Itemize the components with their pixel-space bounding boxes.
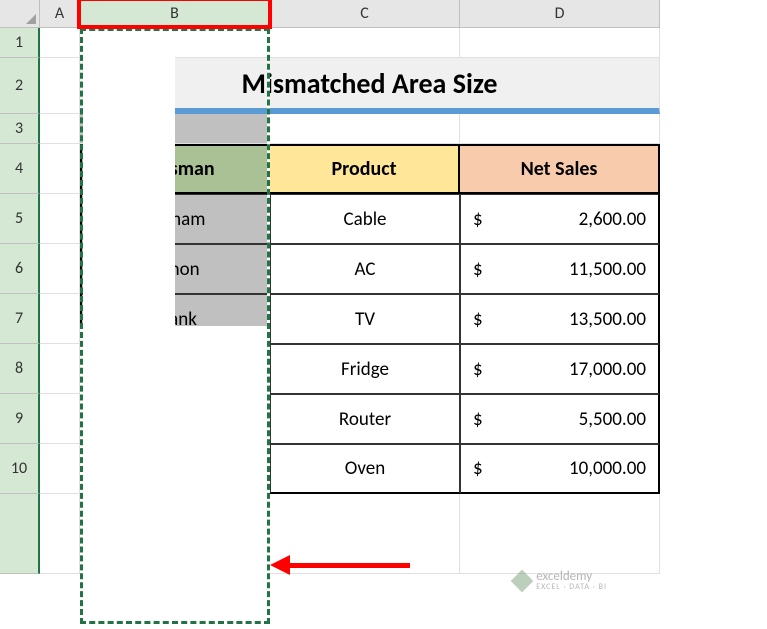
sheet-title: Mismatched Area Size	[241, 66, 497, 101]
arrow-line	[288, 563, 410, 568]
arrow-left-icon	[270, 555, 290, 575]
cell-netsales-5[interactable]: $10,000.00	[460, 444, 660, 494]
currency-symbol: $	[473, 457, 483, 480]
cell-A4[interactable]	[40, 144, 80, 194]
cell-A6[interactable]	[40, 244, 80, 294]
cell-A9[interactable]	[40, 394, 80, 444]
watermark: exceldemy EXCEL · DATA · BI	[514, 570, 607, 591]
cell-A3[interactable]	[40, 114, 80, 144]
col-header-A[interactable]: A	[40, 0, 80, 28]
row-header-blank[interactable]	[0, 494, 40, 574]
cell-D-blank[interactable]	[460, 494, 660, 574]
cell-product-5[interactable]: Oven	[270, 444, 460, 494]
currency-symbol: $	[473, 208, 483, 231]
currency-symbol: $	[473, 258, 483, 281]
cell-A1[interactable]	[40, 28, 80, 58]
cell-salesman-3[interactable]: Nathan	[80, 344, 270, 394]
cell-netsales-3[interactable]: $17,000.00	[460, 344, 660, 394]
cell-salesman-0[interactable]: Wilham	[80, 194, 270, 244]
cell-A8[interactable]	[40, 344, 80, 394]
row-header-5[interactable]: 5	[0, 194, 40, 244]
currency-symbol: $	[473, 408, 483, 431]
row-header-3[interactable]: 3	[0, 114, 40, 144]
row-header-10[interactable]: 10	[0, 444, 40, 494]
row-header-1[interactable]: 1	[0, 28, 40, 58]
cell-B3[interactable]	[80, 114, 270, 144]
title-cell[interactable]: Mismatched Area Size	[80, 58, 660, 114]
cell-A10[interactable]	[40, 444, 80, 494]
cell-D1[interactable]	[460, 28, 660, 58]
money-value: 13,500.00	[569, 308, 646, 331]
cell-netsales-2[interactable]: $13,500.00	[460, 294, 660, 344]
cell-A2[interactable]	[40, 58, 80, 114]
money-value: 10,000.00	[569, 457, 646, 480]
row-header-9[interactable]: 9	[0, 394, 40, 444]
cell-C3[interactable]	[270, 114, 460, 144]
cell-product-3[interactable]: Fridge	[270, 344, 460, 394]
row-header-2[interactable]: 2	[0, 58, 40, 114]
header-netsales[interactable]: Net Sales	[460, 144, 660, 194]
money-value: 5,500.00	[579, 408, 646, 431]
cell-salesman-4[interactable]: Jaxson	[80, 394, 270, 444]
row-header-4[interactable]: 4	[0, 144, 40, 194]
col-header-C[interactable]: C	[270, 0, 460, 28]
watermark-sub: EXCEL · DATA · BI	[536, 583, 607, 591]
col-header-B[interactable]: B	[80, 0, 270, 28]
cell-salesman-1[interactable]: Simon	[80, 244, 270, 294]
annotation-arrow	[270, 555, 410, 575]
cell-B-blank[interactable]	[80, 494, 270, 574]
cell-product-4[interactable]: Router	[270, 394, 460, 444]
cell-product-2[interactable]: TV	[270, 294, 460, 344]
spreadsheet-grid: A B C D 1 2 Mismatched Area Size 3 4 Sal…	[0, 0, 767, 574]
money-value: 17,000.00	[569, 358, 646, 381]
row-header-7[interactable]: 7	[0, 294, 40, 344]
cell-netsales-4[interactable]: $5,500.00	[460, 394, 660, 444]
cell-A-blank[interactable]	[40, 494, 80, 574]
cell-C1[interactable]	[270, 28, 460, 58]
select-all-corner[interactable]	[0, 0, 40, 28]
row-header-6[interactable]: 6	[0, 244, 40, 294]
row-header-8[interactable]: 8	[0, 344, 40, 394]
cell-salesman-2[interactable]: Frank	[80, 294, 270, 344]
currency-symbol: $	[473, 358, 483, 381]
col-header-D[interactable]: D	[460, 0, 660, 28]
cell-product-0[interactable]: Cable	[270, 194, 460, 244]
cell-netsales-1[interactable]: $11,500.00	[460, 244, 660, 294]
cell-product-1[interactable]: AC	[270, 244, 460, 294]
cell-salesman-5[interactable]: Anthony	[80, 444, 270, 494]
currency-symbol: $	[473, 308, 483, 331]
cell-A7[interactable]	[40, 294, 80, 344]
header-salesman[interactable]: Salesman	[80, 144, 270, 194]
money-value: 11,500.00	[569, 258, 646, 281]
watermark-logo-icon	[511, 569, 534, 592]
cell-A5[interactable]	[40, 194, 80, 244]
cell-netsales-0[interactable]: $2,600.00	[460, 194, 660, 244]
header-product[interactable]: Product	[270, 144, 460, 194]
cell-B1[interactable]	[80, 28, 270, 58]
cell-D3[interactable]	[460, 114, 660, 144]
money-value: 2,600.00	[579, 208, 646, 231]
